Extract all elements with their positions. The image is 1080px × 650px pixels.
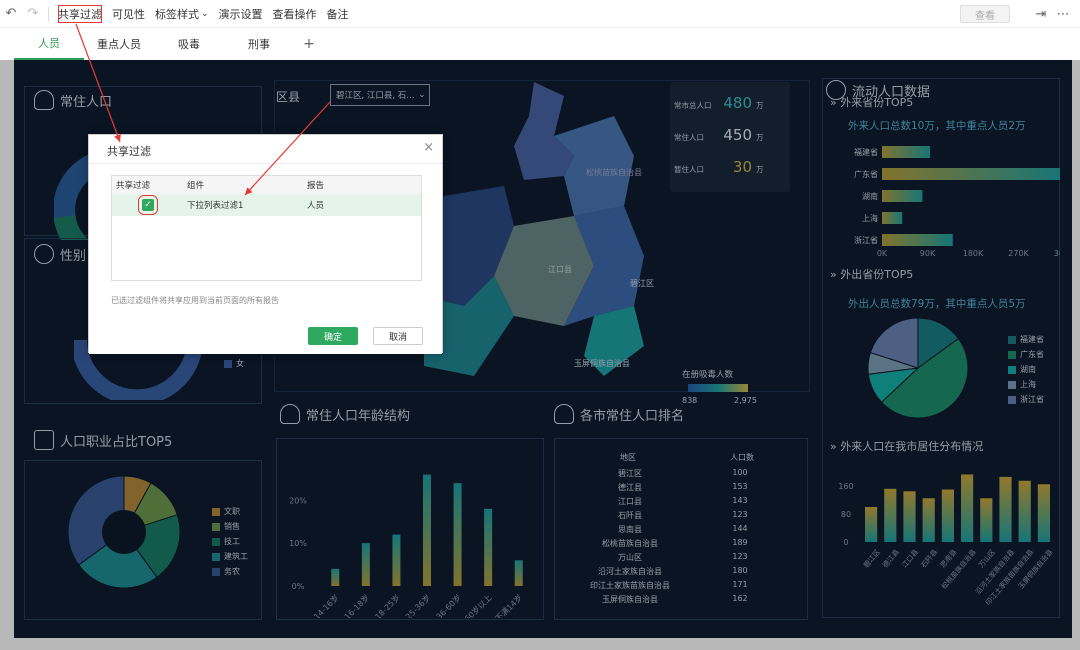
visibility-menu[interactable]: 可见性 [107,0,150,28]
toolbar: ↶ ↷ 共享过滤 可见性 标签样式 ⌄ 演示设置 查看操作 备注 查看 ⇥ ⋯ [0,0,1080,28]
tab-key-personnel[interactable]: 重点人员 [84,28,154,60]
more-icon[interactable]: ⋯ [1052,7,1074,22]
share-filter-menu[interactable]: 共享过滤 [53,0,107,28]
view-button[interactable]: 查看 [960,5,1010,23]
row-component: 下拉列表过滤1 [187,201,244,211]
label-style-label: 标签样式 [155,7,199,21]
share-filter-dialog: 共享过滤 × 共享过滤 组件 报告 ✓ 下拉列表过滤1 人员 已选过滤组件将共享… [88,134,443,354]
add-tab-button[interactable]: + [294,28,324,60]
header-report: 报告 [307,181,325,191]
share-checkbox[interactable]: ✓ [138,195,158,215]
dialog-footer: 确定 取消 [89,318,442,354]
tab-criminal[interactable]: 刑事 [224,28,294,60]
redo-icon[interactable]: ↷ [22,6,44,21]
tab-bar: 人员 重点人员 吸毒 刑事 + [0,28,1080,60]
undo-icon[interactable]: ↶ [0,6,22,21]
filter-table: 共享过滤 组件 报告 ✓ 下拉列表过滤1 人员 [111,175,422,281]
close-icon[interactable]: × [423,140,434,155]
export-icon[interactable]: ⇥ [1030,7,1052,22]
dialog-note: 已选过滤组件将共享应用到当前页面的所有报告 [111,296,279,305]
view-actions-menu[interactable]: 查看操作 [268,0,322,28]
presentation-settings-menu[interactable]: 演示设置 [214,0,268,28]
label-style-menu[interactable]: 标签样式 ⌄ [150,0,214,28]
cancel-button[interactable]: 取消 [373,327,423,345]
row-report: 人员 [307,201,325,211]
confirm-button[interactable]: 确定 [308,327,358,345]
header-component: 组件 [187,181,205,191]
chevron-down-icon: ⌄ [201,8,209,19]
dialog-divider [89,163,442,164]
filter-row[interactable]: ✓ 下拉列表过滤1 人员 [112,194,421,216]
share-checkbox-cell: ✓ [138,194,158,216]
toolbar-divider [48,6,49,21]
dialog-title: 共享过滤 [107,145,151,158]
header-share: 共享过滤 [116,181,151,191]
tab-drugs[interactable]: 吸毒 [154,28,224,60]
notes-menu[interactable]: 备注 [322,0,354,28]
tab-personnel[interactable]: 人员 [14,28,84,60]
filter-table-header: 共享过滤 组件 报告 [112,176,421,194]
